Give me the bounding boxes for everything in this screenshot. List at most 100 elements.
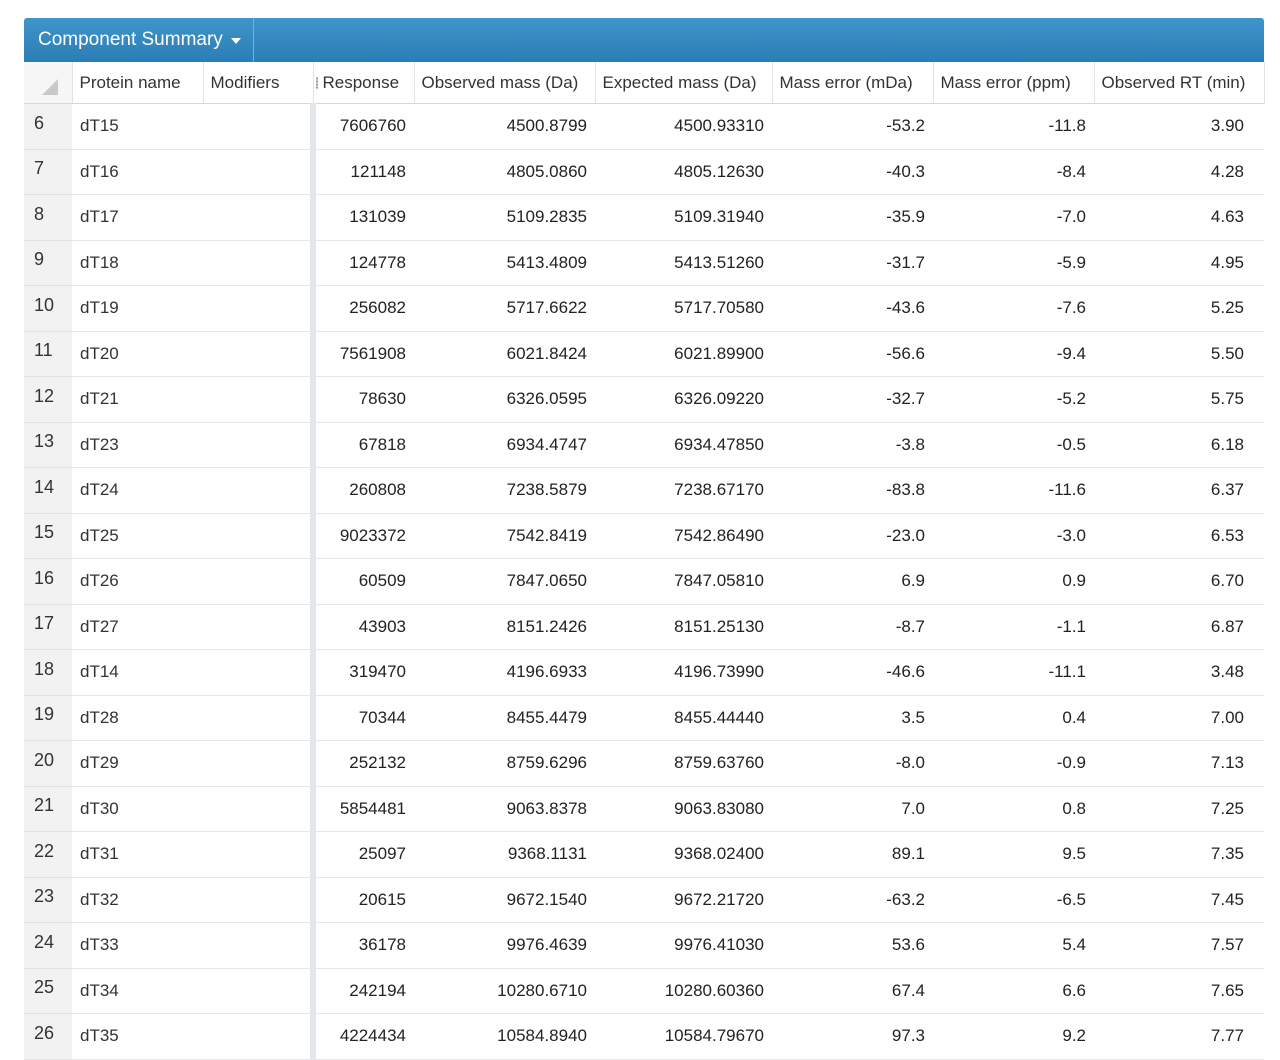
cell-expected-mass: 6021.89900 [595,331,772,377]
cell-mass-error-mda: -35.9 [772,194,933,241]
col-header-mass-error-mda[interactable]: Mass error (mDa) [772,62,934,104]
cell-observed-rt: 6.70 [1094,558,1264,605]
cell-mass-error-mda: 6.9 [772,558,933,605]
cell-response: 20615 [313,877,414,923]
cell-observed-mass: 8759.6296 [414,740,595,787]
col-header-observed-mass[interactable]: Observed mass (Da) [414,62,596,104]
cell-observed-mass: 6934.4747 [414,422,595,468]
cell-response: 60509 [313,558,414,605]
col-header-observed-rt[interactable]: Observed RT (min) [1094,62,1265,104]
cell-protein-name: dT19 [72,285,203,332]
select-all-corner[interactable] [24,62,73,104]
table-row[interactable]: 15 dT25 9023372 7542.8419 7542.86490 -23.0 -3.… [24,513,1264,559]
cell-expected-mass: 5717.70580 [595,285,772,332]
table-row[interactable]: 7 dT16 121148 4805.0860 4805.12630 -40.3 -8.4 4… [24,149,1264,195]
table-row[interactable]: 10 dT19 256082 5717.6622 5717.70580 -43.6 -7.6… [24,285,1264,332]
cell-response: 43903 [313,604,414,650]
cell-observed-mass: 5717.6622 [414,285,595,332]
cell-observed-rt: 7.77 [1094,1013,1264,1060]
cell-expected-mass: 8151.25130 [595,604,772,650]
cell-observed-mass: 8151.2426 [414,604,595,650]
component-summary-dropdown[interactable]: Component Summary [24,18,254,62]
row-index: 22 [24,831,72,878]
table-row[interactable]: 23 dT32 20615 9672.1540 9672.21720 -63.2 -6.5 7… [24,877,1264,923]
cell-observed-mass: 5413.4809 [414,240,595,286]
cell-observed-rt: 6.53 [1094,513,1264,559]
cell-protein-name: dT24 [72,467,203,514]
col-header-expected-mass[interactable]: Expected mass (Da) [595,62,773,104]
cell-observed-mass: 5109.2835 [414,194,595,241]
cell-mass-error-mda: -40.3 [772,149,933,195]
table-row[interactable]: 13 dT23 67818 6934.4747 6934.47850 -3.8 -0.5 6.… [24,422,1264,468]
cell-modifiers [203,968,316,1014]
cell-observed-rt: 4.63 [1094,194,1264,241]
table-row[interactable]: 17 dT27 43903 8151.2426 8151.25130 -8.7 -1.1 6.… [24,604,1264,650]
cell-mass-error-mda: -3.8 [772,422,933,468]
cell-expected-mass: 10280.60360 [595,968,772,1014]
cell-modifiers [203,649,316,696]
row-index: 12 [24,376,72,423]
table-row[interactable]: 19 dT28 70344 8455.4479 8455.44440 3.5 0.4 7.00 [24,695,1264,741]
cell-response: 5854481 [313,786,414,832]
cell-expected-mass: 7847.05810 [595,558,772,605]
cell-mass-error-ppm: -11.8 [933,103,1094,150]
cell-expected-mass: 9063.83080 [595,786,772,832]
cell-modifiers [203,558,316,605]
cell-expected-mass: 7542.86490 [595,513,772,559]
table-row[interactable]: 14 dT24 260808 7238.5879 7238.67170 -83.8 -11.… [24,467,1264,514]
cell-expected-mass: 4805.12630 [595,149,772,195]
cell-expected-mass: 8455.44440 [595,695,772,741]
cell-protein-name: dT30 [72,786,203,832]
column-grip-icon[interactable] [315,77,318,89]
table-row[interactable]: 6 dT15 7606760 4500.8799 4500.93310 -53.2 -11.… [24,103,1264,150]
col-header-modifiers[interactable]: Modifiers [203,62,314,104]
table-row[interactable]: 20 dT29 252132 8759.6296 8759.63760 -8.0 -0.9 7… [24,740,1264,787]
cell-response: 36178 [313,922,414,969]
row-index: 20 [24,740,72,787]
cell-protein-name: dT21 [72,376,203,423]
cell-modifiers [203,740,316,787]
cell-mass-error-ppm: -11.6 [933,467,1094,514]
cell-observed-rt: 6.87 [1094,604,1264,650]
row-index: 7 [24,149,72,195]
cell-mass-error-mda: 3.5 [772,695,933,741]
row-index: 17 [24,604,72,650]
col-header-mass-error-ppm[interactable]: Mass error (ppm) [933,62,1095,104]
table-row[interactable]: 21 dT30 5854481 9063.8378 9063.83080 7.0 0.8 7.… [24,786,1264,832]
table-row[interactable]: 9 dT18 124778 5413.4809 5413.51260 -31.7 -5.9 4… [24,240,1264,286]
table-row[interactable]: 12 dT21 78630 6326.0595 6326.09220 -32.7 -5.2 5… [24,376,1264,423]
component-summary-panel: Component Summary Protein name Modifiers… [24,18,1265,1060]
panel-title: Component Summary [38,29,223,50]
cell-observed-mass: 4805.0860 [414,149,595,195]
table-row[interactable]: 16 dT26 60509 7847.0650 7847.05810 6.9 0.9 6.70 [24,558,1264,605]
cell-observed-rt: 7.65 [1094,968,1264,1014]
table-row[interactable]: 25 dT34 242194 10280.6710 10280.60360 67.4 6.6… [24,968,1264,1014]
table-row[interactable]: 11 dT20 7561908 6021.8424 6021.89900 -56.6 -9.… [24,331,1264,377]
cell-modifiers [203,467,316,514]
cell-expected-mass: 5413.51260 [595,240,772,286]
table-row[interactable]: 18 dT14 319470 4196.6933 4196.73990 -46.6 -11.… [24,649,1264,696]
cell-protein-name: dT16 [72,149,203,195]
cell-mass-error-mda: 97.3 [772,1013,933,1060]
table-row[interactable]: 26 dT35 4224434 10584.8940 10584.79670 97.3 9.… [24,1013,1264,1060]
cell-mass-error-mda: -53.2 [772,103,933,150]
cell-response: 7561908 [313,331,414,377]
cell-observed-rt: 7.00 [1094,695,1264,741]
cell-mass-error-ppm: -11.1 [933,649,1094,696]
col-header-response[interactable]: Response [313,62,415,104]
cell-protein-name: dT28 [72,695,203,741]
table-row[interactable]: 22 dT31 25097 9368.1131 9368.02400 89.1 9.5 7.3… [24,831,1264,878]
col-header-protein-name[interactable]: Protein name [72,62,204,104]
row-index: 24 [24,922,72,969]
cell-observed-rt: 5.50 [1094,331,1264,377]
cell-protein-name: dT25 [72,513,203,559]
cell-expected-mass: 6934.47850 [595,422,772,468]
cell-mass-error-ppm: 9.2 [933,1013,1094,1060]
cell-mass-error-mda: -46.6 [772,649,933,696]
cell-modifiers [203,285,316,332]
cell-observed-mass: 6021.8424 [414,331,595,377]
table-row[interactable]: 8 dT17 131039 5109.2835 5109.31940 -35.9 -7.0 4… [24,194,1264,241]
cell-protein-name: dT17 [72,194,203,241]
table-row[interactable]: 24 dT33 36178 9976.4639 9976.41030 53.6 5.4 7.5… [24,922,1264,969]
cell-modifiers [203,331,316,377]
